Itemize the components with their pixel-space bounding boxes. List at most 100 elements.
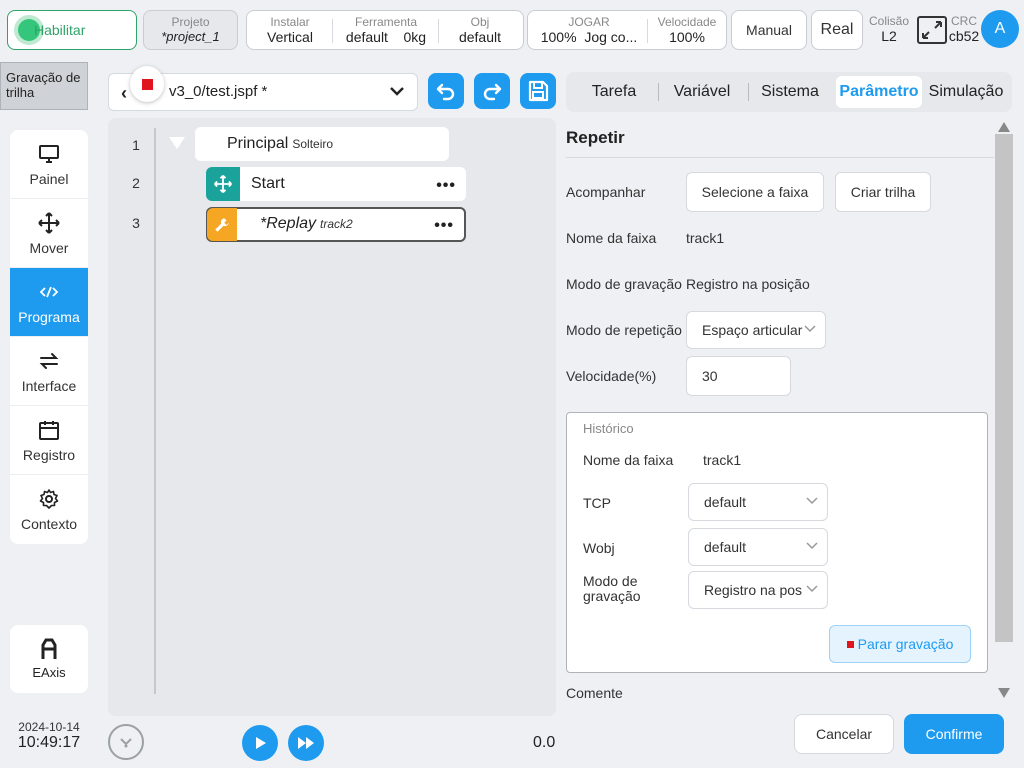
eaxis-label: EAxis — [32, 665, 66, 680]
redo-button[interactable] — [474, 73, 510, 109]
sidebar: Painel Mover Programa Interface Registro… — [10, 130, 88, 544]
record-stop-button[interactable] — [130, 66, 164, 102]
system-clock: 2024-10-14 10:49:17 — [8, 720, 90, 752]
code-icon — [39, 286, 59, 298]
play-button[interactable] — [242, 725, 278, 761]
project-button[interactable]: Projeto *project_1 — [143, 10, 238, 50]
node-title: Start — [251, 175, 285, 192]
system-time: 10:49:17 — [17, 734, 81, 751]
crc-indicator: CRC cb52 — [948, 14, 980, 44]
sidebar-item-label: Mover — [29, 240, 69, 256]
crc-value: cb52 — [948, 28, 980, 44]
select-track-button[interactable]: Selecione a faixa — [686, 172, 824, 212]
chevron-down-icon — [806, 585, 818, 593]
wobj-label: Wobj — [583, 540, 615, 556]
chevron-left-icon[interactable]: ‹ — [121, 83, 127, 104]
scroll-thumb[interactable] — [995, 134, 1013, 642]
scroll-down-button[interactable] — [108, 724, 144, 760]
tree-guide-line — [154, 128, 156, 694]
real-label: Real — [820, 21, 854, 38]
create-track-button[interactable]: Criar trilha — [835, 172, 931, 212]
tab-variavel[interactable]: Variável — [664, 76, 740, 108]
jog-label: JOGAR — [568, 15, 610, 29]
line-number: 2 — [132, 175, 140, 191]
tab-simulacao[interactable]: Simulação — [924, 76, 1008, 108]
manual-mode-button[interactable]: Manual — [731, 10, 807, 50]
play-icon — [256, 737, 266, 749]
expand-icon[interactable] — [917, 16, 947, 44]
record-mode-label: Modo de gravação — [566, 276, 682, 292]
undo-icon — [436, 83, 455, 101]
tcp-label: TCP — [583, 495, 611, 511]
tab-bar: Tarefa Variável Sistema Parâmetro Simula… — [566, 72, 1012, 112]
accompany-label: Acompanhar — [566, 184, 646, 200]
speed-cell[interactable]: Velocidade 100% — [652, 15, 722, 45]
sidebar-item-label: Interface — [21, 378, 77, 394]
install-value: Vertical — [267, 29, 313, 45]
recording-tag: Gravação de trilha — [0, 62, 88, 110]
tcp-select[interactable]: default — [688, 483, 828, 521]
real-mode-button[interactable]: Real — [811, 10, 863, 50]
repeat-mode-value: Espaço articular — [702, 322, 803, 338]
tool-value: default — [345, 29, 388, 45]
enable-button[interactable]: Habilitar — [7, 10, 137, 50]
user-avatar[interactable]: A — [981, 10, 1019, 48]
install-label: Instalar — [270, 15, 310, 29]
speed-percent-input[interactable]: 30 — [686, 356, 791, 396]
obj-label: Obj — [470, 15, 490, 29]
sidebar-item-interface[interactable]: Interface — [10, 337, 88, 406]
sidebar-item-registro[interactable]: Registro — [10, 406, 88, 475]
install-cell[interactable]: Instalar Vertical — [253, 15, 327, 45]
tab-parametro[interactable]: Parâmetro — [836, 76, 922, 108]
sidebar-item-programa[interactable]: Programa — [10, 268, 88, 337]
save-button[interactable] — [520, 73, 556, 109]
repeat-mode-label: Modo de repetição — [566, 322, 682, 338]
tab-sistema[interactable]: Sistema — [754, 76, 826, 108]
obj-cell[interactable]: Obj default — [443, 15, 517, 45]
program-tree-panel: 1 2 3 Principal Solteiro Start ••• *Repla… — [108, 118, 556, 716]
tree-node-start[interactable]: Start ••• — [206, 167, 466, 201]
calendar-icon — [39, 421, 59, 440]
line-number: 1 — [132, 137, 140, 153]
sidebar-item-label: Contexto — [20, 516, 78, 532]
manual-label: Manual — [746, 22, 792, 38]
avatar-letter: A — [994, 20, 1006, 37]
scroll-down-icon[interactable] — [998, 688, 1010, 698]
panel-title: Repetir — [566, 128, 625, 147]
scroll-up-icon[interactable] — [998, 122, 1010, 132]
more-options-icon[interactable]: ••• — [434, 217, 454, 235]
system-date: 2024-10-14 — [18, 720, 80, 734]
parameter-panel: Repetir Acompanhar Selecione a faixa Cri… — [566, 118, 1012, 702]
parameter-scrollbar[interactable] — [994, 118, 1014, 702]
sidebar-item-painel[interactable]: Painel — [10, 130, 88, 199]
sidebar-item-mover[interactable]: Mover — [10, 199, 88, 268]
sidebar-item-eaxis[interactable]: EAxis — [10, 625, 88, 693]
tree-node-replay[interactable]: *Replay track2 ••• — [206, 207, 466, 242]
jog-speed-panel[interactable]: JOGAR 100% Jog co... Velocidade 100% — [527, 10, 727, 50]
history-legend: Histórico — [583, 421, 634, 436]
collapse-triangle-icon[interactable] — [169, 137, 185, 151]
repeat-mode-select[interactable]: Espaço articular — [686, 311, 826, 349]
confirm-button[interactable]: Confirme — [904, 714, 1004, 754]
jog-cell[interactable]: JOGAR 100% Jog co... — [534, 15, 644, 45]
sidebar-item-contexto[interactable]: Contexto — [10, 475, 88, 544]
wobj-select[interactable]: default — [688, 528, 828, 566]
step-forward-button[interactable] — [288, 725, 324, 761]
line-number: 3 — [132, 215, 140, 231]
collision-level[interactable]: Colisão L2 — [867, 14, 911, 44]
swap-icon — [39, 353, 59, 369]
history-record-mode-select[interactable]: Registro na posição — [688, 571, 828, 609]
tree-node-principal[interactable]: Principal Solteiro — [195, 127, 449, 161]
tool-cell[interactable]: Ferramenta default 0kg — [339, 15, 433, 45]
speed-percent-label: Velocidade(%) — [566, 368, 657, 384]
install-tool-obj-panel[interactable]: Instalar Vertical Ferramenta default 0kg… — [246, 10, 524, 50]
move-icon — [206, 167, 240, 201]
tool-weight: 0kg — [403, 29, 427, 45]
wrench-icon — [207, 208, 237, 241]
more-options-icon[interactable]: ••• — [436, 177, 456, 195]
cancel-button[interactable]: Cancelar — [794, 714, 894, 754]
jog-percent: 100% — [540, 29, 577, 45]
undo-button[interactable] — [428, 73, 464, 109]
stop-recording-button[interactable]: Parar gravação — [829, 625, 971, 663]
tab-tarefa[interactable]: Tarefa — [578, 76, 650, 108]
